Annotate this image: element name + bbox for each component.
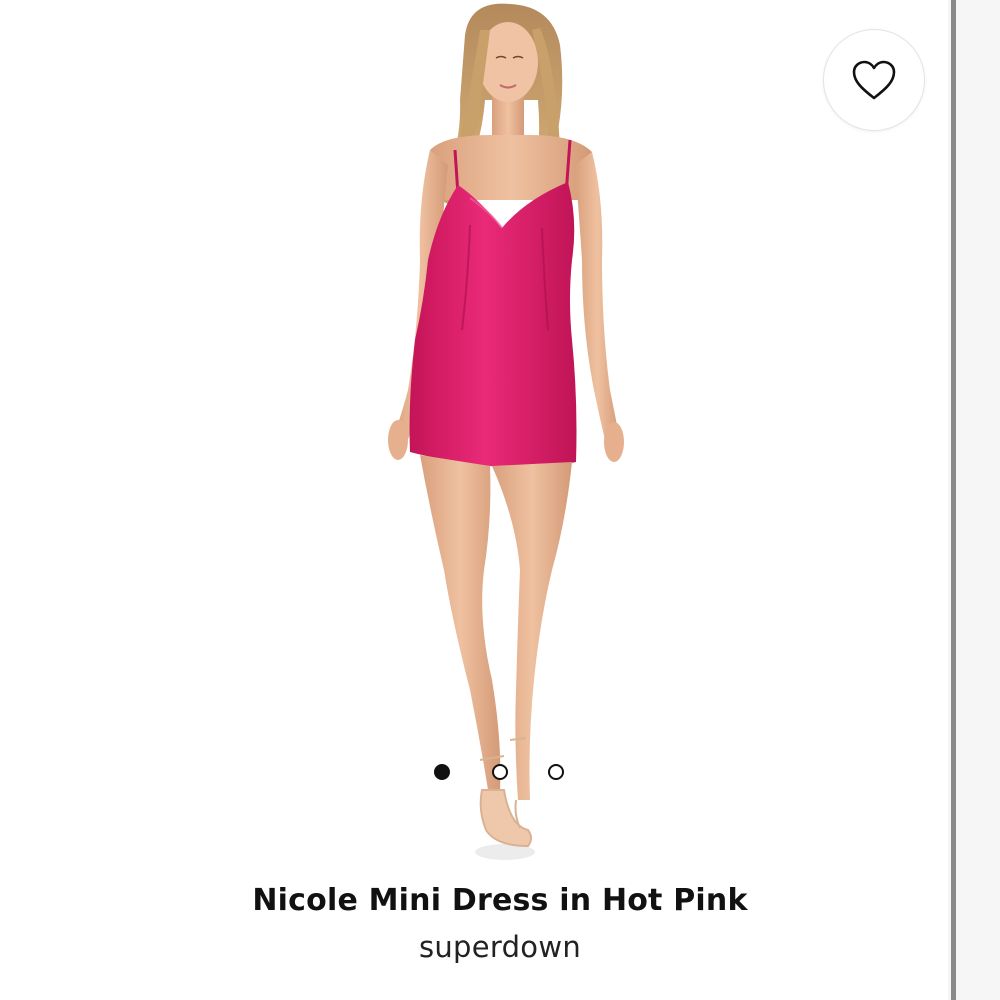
- scrollbar[interactable]: [951, 0, 956, 1000]
- favorite-button[interactable]: [823, 29, 925, 131]
- product-image[interactable]: [320, 0, 660, 870]
- product-brand[interactable]: superdown: [0, 930, 1000, 964]
- carousel-dot-3[interactable]: [548, 764, 564, 780]
- heart-outline-icon: [852, 60, 896, 100]
- image-carousel-dots: [434, 764, 570, 784]
- product-title[interactable]: Nicole Mini Dress in Hot Pink: [0, 883, 1000, 918]
- product-page: Nicole Mini Dress in Hot Pink superdown: [0, 0, 948, 1000]
- carousel-dot-2[interactable]: [492, 764, 508, 780]
- carousel-dot-1[interactable]: [434, 764, 450, 780]
